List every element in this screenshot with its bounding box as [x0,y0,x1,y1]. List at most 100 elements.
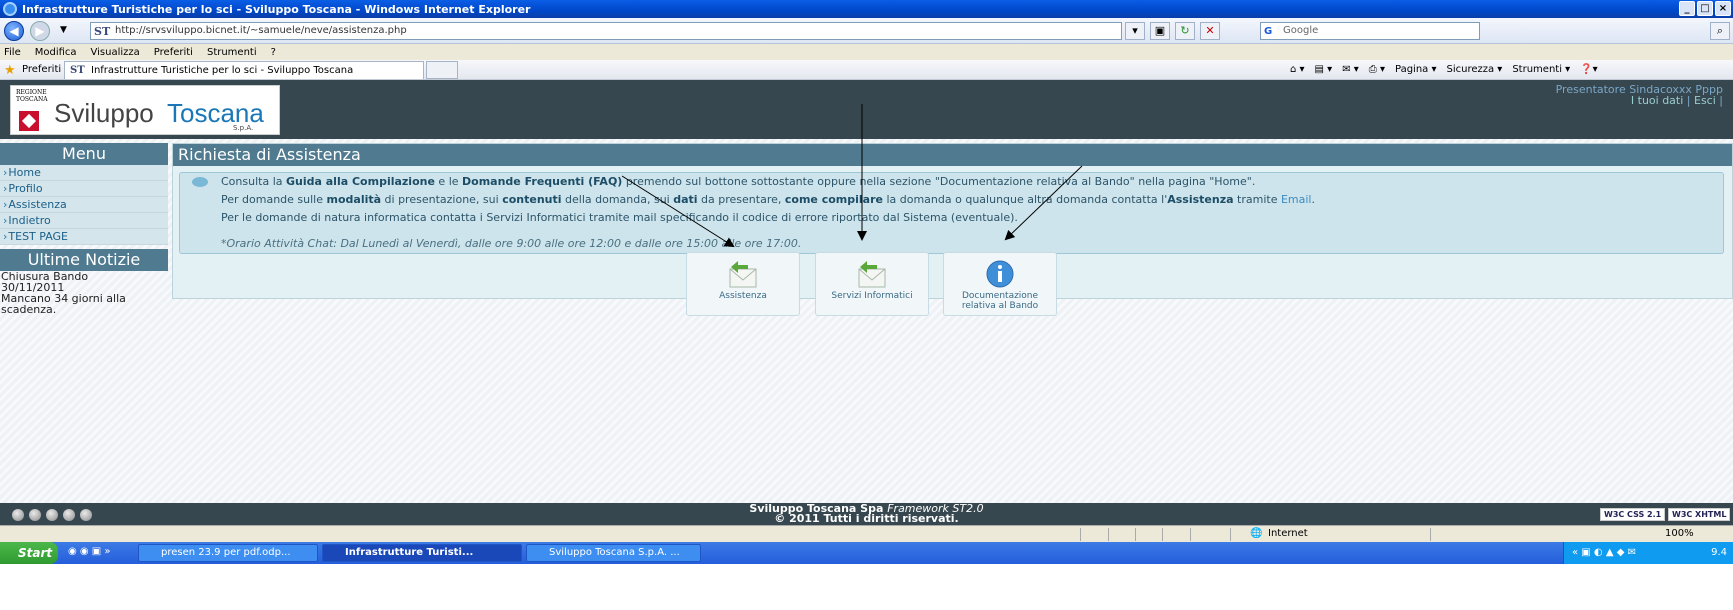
favorites-button[interactable]: Preferiti [22,64,61,75]
envelope-reply-icon [858,261,886,288]
refresh-button[interactable]: ↻ [1175,22,1195,40]
info-line-1: Consulta la Guida alla Compilazione e le… [221,175,1256,188]
tools-menu[interactable]: Strumenti ▾ [1512,64,1570,75]
sidebar-item-test-page[interactable]: TEST PAGE [0,229,168,245]
servizi-informatici-button[interactable]: Servizi Informatici [815,252,929,316]
start-button[interactable]: Start [0,542,58,564]
search-placeholder: Google [1283,25,1319,36]
task-ie-active[interactable]: Infrastrutture Turisti... [322,544,522,562]
print-icon[interactable]: ⎙ ▾ [1369,64,1385,75]
footer-copyright: © 2011 Tutti i diritti riservati. [774,512,959,525]
site-favicon: ST [94,25,111,38]
minimize-button[interactable]: _ [1679,1,1695,16]
star-icon: ★ [4,63,16,78]
info-line-3: Per le domande di natura informatica con… [221,211,1018,224]
menu-modifica[interactable]: Modifica [35,47,77,58]
info-box: Consulta la Guida alla Compilazione e le… [179,172,1724,254]
compat-view-button[interactable]: ▣ [1150,22,1170,40]
close-button[interactable]: × [1715,1,1731,16]
web-page: REGIONE TOSCANA Sviluppo Toscana S.p.A. P… [0,80,1733,525]
email-link[interactable]: Email [1281,193,1312,206]
documentazione-button[interactable]: Documentazione relativa al Bando [943,252,1057,316]
region-logo-text: REGIONE TOSCANA [16,89,48,103]
logout-link[interactable]: Esci [1694,94,1716,107]
user-info: Presentatore Sindacoxxx Pppp I tuoi dati… [1555,83,1723,107]
home-icon[interactable]: ⌂ ▾ [1290,64,1305,75]
maximize-button[interactable]: □ [1697,1,1713,16]
feeds-icon[interactable]: ▤ ▾ [1315,64,1333,75]
menu-visualizza[interactable]: Visualizza [91,47,140,58]
google-icon: G [1264,26,1273,37]
help-icon[interactable]: ❓▾ [1580,64,1597,75]
search-button[interactable]: ⌕ [1710,22,1730,40]
info-bullet-icon [192,177,208,187]
clock: 9.4 [1711,547,1727,558]
address-field[interactable]: ST http://srvsviluppo.bicnet.it/~samuele… [90,22,1122,40]
logo-name-part1: Sviluppo [54,98,154,128]
search-field[interactable]: G Google [1260,22,1480,40]
address-toolbar: ◀ ▶ ▼ ST http://srvsviluppo.bicnet.it/~s… [0,18,1733,44]
w3c-xhtml-badge[interactable]: W3C XHTML [1668,508,1731,521]
task-odp[interactable]: presen 23.9 per pdf.odp... [138,544,318,562]
site-footer: Sviluppo Toscana Spa Framework ST2.0 © 2… [0,503,1733,525]
page-title: Richiesta di Assistenza [173,144,1732,166]
footer-dot-icon [63,509,75,521]
sidebar: Menu Home Profilo Assistenza Indietro TE… [0,143,168,315]
documentazione-button-label: Documentazione relativa al Bando [961,291,1039,311]
task-ie-2[interactable]: Sviluppo Toscana S.p.A. ... [526,544,701,562]
stop-button[interactable]: ✕ [1200,22,1220,40]
taskbar: Start ◉ ◉ ▣ » presen 23.9 per pdf.odp...… [0,542,1733,564]
zone-label: Internet [1268,528,1308,539]
news-line: scadenza. [1,303,57,316]
sidebar-item-profilo[interactable]: Profilo [0,181,168,197]
assistenza-button[interactable]: Assistenza [686,252,800,316]
address-dropdown-button[interactable]: ▾ [1125,22,1145,40]
tab-title: Infrastrutture Turistiche per lo sci - S… [91,65,354,76]
menu-preferiti[interactable]: Preferiti [154,47,193,58]
sidebar-item-home[interactable]: Home [0,165,168,181]
menu-help[interactable]: ? [271,47,276,58]
window-title: Infrastrutture Turistiche per lo sci - S… [22,2,531,16]
window-controls: _ □ × [1679,1,1731,16]
info-icon [986,260,1014,288]
assistenza-button-label: Assistenza [719,291,767,301]
info-line-2: Per domande sulle modalità di presentazi… [221,193,1315,206]
footer-dot-icon [12,509,24,521]
favorites-bar: ★ Preferiti ST Infrastrutture Turistiche… [0,60,1733,80]
security-menu[interactable]: Sicurezza ▾ [1446,64,1502,75]
new-tab-button[interactable] [426,61,458,79]
ie-icon [3,2,17,16]
sidebar-item-indietro[interactable]: Indietro [0,213,168,229]
tray-icons[interactable]: « ▣ ◐ ▲ ◆ ✉ [1572,547,1636,558]
region-crest-icon [19,111,39,131]
browser-tab-active[interactable]: ST Infrastrutture Turistiche per lo sci … [64,61,424,79]
forward-button[interactable]: ▶ [30,21,50,41]
my-data-link[interactable]: I tuoi dati [1631,94,1683,107]
chat-hours-note: *Orario Attività Chat: Dal Lunedì al Ven… [221,237,802,250]
status-bar: 🌐 Internet 100% [0,525,1733,542]
w3c-css-badge[interactable]: W3C CSS 2.1 [1600,508,1666,521]
envelope-reply-icon [729,261,757,288]
logo-suffix: S.p.A. [233,124,254,132]
address-url: http://srvsviluppo.bicnet.it/~samuele/ne… [115,25,407,36]
sidebar-item-assistenza[interactable]: Assistenza [0,197,168,213]
footer-dot-icon [29,509,41,521]
quicklaunch-icons[interactable]: ◉ ◉ ▣ » [68,546,111,557]
site-logo[interactable]: REGIONE TOSCANA Sviluppo Toscana S.p.A. [10,85,280,135]
back-button[interactable]: ◀ [4,21,24,41]
menu-strumenti[interactable]: Strumenti [207,47,257,58]
history-dropdown-icon[interactable]: ▼ [60,25,67,35]
zoom-level[interactable]: 100% [1665,528,1694,539]
window-titlebar: Infrastrutture Turistiche per lo sci - S… [0,0,1733,18]
command-bar: ⌂ ▾ ▤ ▾ ✉ ▾ ⎙ ▾ Pagina ▾ Sicurezza ▾ Str… [1290,64,1598,75]
mail-icon[interactable]: ✉ ▾ [1342,64,1359,75]
footer-icons [12,509,92,521]
site-header: REGIONE TOSCANA Sviluppo Toscana S.p.A. P… [0,80,1733,139]
footer-dot-icon [80,509,92,521]
page-menu[interactable]: Pagina ▾ [1395,64,1437,75]
blank-area [0,564,1733,610]
menu-file[interactable]: File [4,47,21,58]
servizi-informatici-button-label: Servizi Informatici [831,291,913,301]
footer-dot-icon [46,509,58,521]
globe-icon: 🌐 [1250,528,1263,539]
